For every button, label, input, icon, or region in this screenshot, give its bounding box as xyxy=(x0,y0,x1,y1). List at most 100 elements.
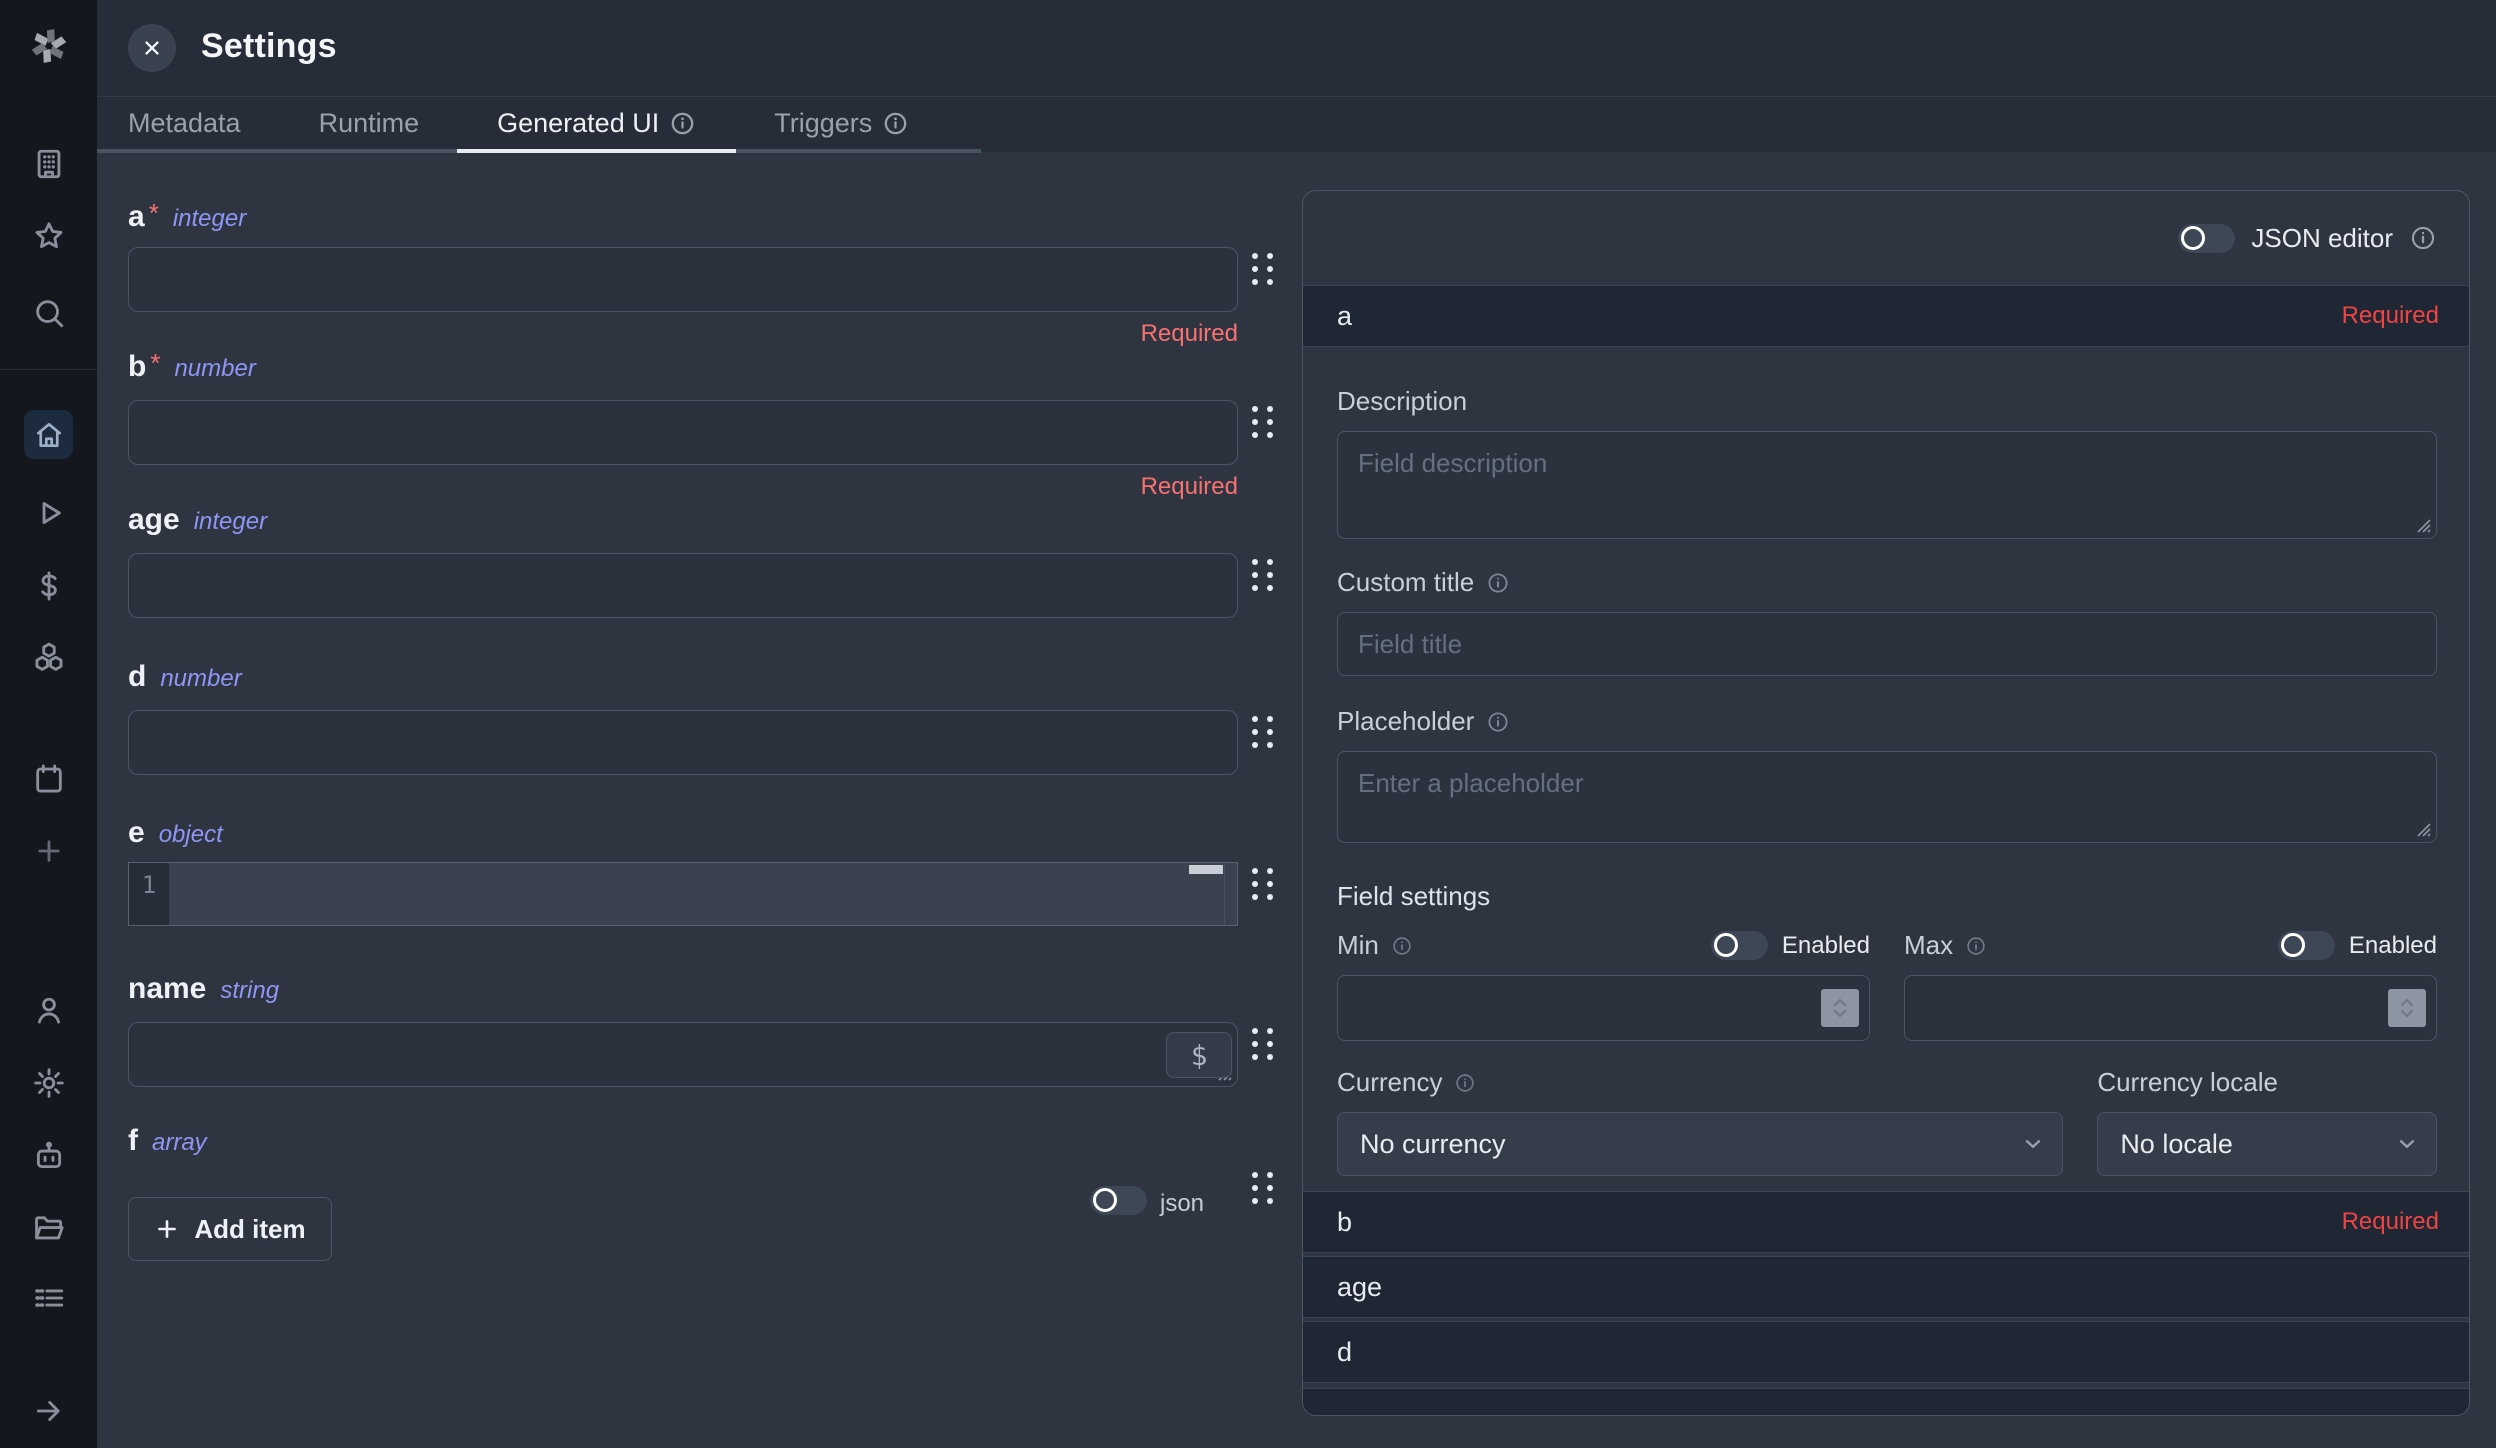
info-icon xyxy=(1486,571,1510,595)
min-input-wrap xyxy=(1337,975,1870,1041)
drag-handle[interactable] xyxy=(1252,253,1274,285)
custom-title-label: Custom title xyxy=(1337,567,2437,598)
required-hint-b: Required xyxy=(338,473,1238,501)
drag-handle[interactable] xyxy=(1252,868,1274,900)
json-toggle-label: json xyxy=(1160,1190,1204,1218)
sidebar-item-settings-gear-icon[interactable] xyxy=(0,1059,97,1107)
field-input-d[interactable] xyxy=(128,710,1238,775)
max-number-input[interactable] xyxy=(1905,976,2436,1040)
page-title: Settings xyxy=(201,27,337,66)
json-editor-toggle[interactable] xyxy=(2178,224,2235,253)
tab-metadata[interactable]: Metadata xyxy=(128,97,241,149)
variable-dollar-button[interactable]: $ xyxy=(1166,1032,1232,1078)
drag-handle[interactable] xyxy=(1252,1028,1274,1060)
placeholder-label: Placeholder xyxy=(1337,706,2437,737)
description-label: Description xyxy=(1337,386,2437,417)
description-textarea[interactable] xyxy=(1338,432,2436,538)
resize-handle-icon[interactable] xyxy=(2409,815,2433,839)
stepper-arrows-icon xyxy=(1830,995,1850,1021)
field-input-name[interactable] xyxy=(128,1022,1238,1087)
info-icon xyxy=(1965,935,1987,957)
field-input-age[interactable] xyxy=(128,553,1238,618)
tab-runtime[interactable]: Runtime xyxy=(319,97,420,149)
json-mode-toggle[interactable] xyxy=(1090,1186,1147,1215)
drag-handle[interactable] xyxy=(1252,406,1274,438)
drag-handle[interactable] xyxy=(1252,716,1274,748)
sidebar-divider xyxy=(0,369,97,370)
required-hint-a: Required xyxy=(338,320,1238,348)
custom-title-input[interactable] xyxy=(1338,613,2436,675)
field-settings-label: Field settings xyxy=(1337,881,2437,912)
min-enabled-toggle[interactable] xyxy=(1711,931,1768,960)
sidebar-item-folders-icon[interactable] xyxy=(0,1204,97,1252)
sidebar-item-home[interactable] xyxy=(24,410,73,459)
schema-section-header-partial[interactable] xyxy=(1303,1388,2469,1416)
field-label-a: a* integer xyxy=(128,200,246,236)
settings-tabbar: Metadata Runtime Generated UI Triggers xyxy=(97,96,2496,152)
field-label-f: f array xyxy=(128,1124,207,1160)
editor-line-number: 1 xyxy=(129,863,169,925)
field-label-age: age integer xyxy=(128,503,267,539)
sidebar-item-user-icon[interactable] xyxy=(0,986,97,1034)
tab-triggers[interactable]: Triggers xyxy=(774,97,909,149)
schema-section-header-b[interactable]: b Required xyxy=(1303,1191,2469,1253)
close-button[interactable] xyxy=(128,24,176,72)
sidebar-item-variables-dollar-icon[interactable] xyxy=(0,562,97,610)
create-plus-icon[interactable] xyxy=(0,827,97,875)
sidebar-item-runs-play-icon[interactable] xyxy=(0,489,97,537)
max-label: Max xyxy=(1904,930,1987,961)
chevron-down-icon xyxy=(2394,1131,2420,1157)
settings-topbar: Settings xyxy=(97,0,2496,96)
info-icon xyxy=(669,110,696,137)
drag-handle[interactable] xyxy=(1252,559,1274,591)
stepper-arrows-icon xyxy=(2397,995,2417,1021)
editor-minimap-divider xyxy=(1224,863,1225,925)
custom-title-input-wrap xyxy=(1337,612,2437,676)
schema-section-header-age[interactable]: age xyxy=(1303,1256,2469,1318)
number-stepper[interactable] xyxy=(2388,989,2426,1027)
field-label-name: name string xyxy=(128,972,279,1008)
object-code-editor[interactable]: 1 xyxy=(128,862,1238,926)
windmill-logo-icon[interactable] xyxy=(26,22,72,68)
currency-locale-select[interactable]: No locale xyxy=(2097,1112,2437,1176)
json-editor-row: JSON editor xyxy=(1303,191,2469,285)
max-input-wrap xyxy=(1904,975,2437,1041)
editor-scrollbar[interactable] xyxy=(1189,865,1223,874)
field-label-b: b* number xyxy=(128,350,256,386)
max-enabled-label: Enabled xyxy=(2349,932,2437,960)
close-icon xyxy=(140,36,164,60)
add-item-button[interactable]: Add item xyxy=(128,1197,332,1261)
max-enabled-toggle[interactable] xyxy=(2278,931,2335,960)
sidebar-item-workers-robot-icon[interactable] xyxy=(0,1132,97,1180)
description-textarea-wrap xyxy=(1337,431,2437,539)
field-input-a[interactable] xyxy=(128,247,1238,312)
currency-label: Currency xyxy=(1337,1067,2063,1098)
search-icon[interactable] xyxy=(0,289,97,337)
field-label-d: d number xyxy=(128,660,242,696)
sidebar-item-schedules-calendar-icon[interactable] xyxy=(0,755,97,803)
sidebar-item-audit-logs-list-icon[interactable] xyxy=(0,1274,97,1322)
tab-strip: Metadata Runtime Generated UI Triggers xyxy=(97,97,981,153)
min-number-input[interactable] xyxy=(1338,976,1869,1040)
tab-generated-ui[interactable]: Generated UI xyxy=(497,97,696,149)
info-icon xyxy=(2409,224,2437,252)
min-label: Min xyxy=(1337,930,1413,961)
resize-handle-icon[interactable] xyxy=(2409,511,2433,535)
drag-handle[interactable] xyxy=(1252,1172,1274,1204)
workspace-building-icon[interactable] xyxy=(0,140,97,188)
favorites-star-icon[interactable] xyxy=(0,212,97,260)
schema-section-header-d[interactable]: d xyxy=(1303,1321,2469,1383)
schema-section-header-a[interactable]: a Required xyxy=(1303,285,2469,347)
number-stepper[interactable] xyxy=(1821,989,1859,1027)
currency-select[interactable]: No currency xyxy=(1337,1112,2063,1176)
info-icon xyxy=(882,110,909,137)
currency-locale-label: Currency locale xyxy=(2097,1067,2437,1098)
sidebar-item-resources-boxes-icon[interactable] xyxy=(0,634,97,682)
info-icon xyxy=(1486,710,1510,734)
expand-sidebar-arrow-icon[interactable] xyxy=(0,1387,97,1435)
field-input-b[interactable] xyxy=(128,400,1238,465)
info-icon xyxy=(1391,935,1413,957)
field-editor-body: Description Custom title Placeholder Fie… xyxy=(1337,386,2437,1176)
app-sidebar xyxy=(0,0,97,1448)
placeholder-textarea[interactable] xyxy=(1338,752,2436,842)
